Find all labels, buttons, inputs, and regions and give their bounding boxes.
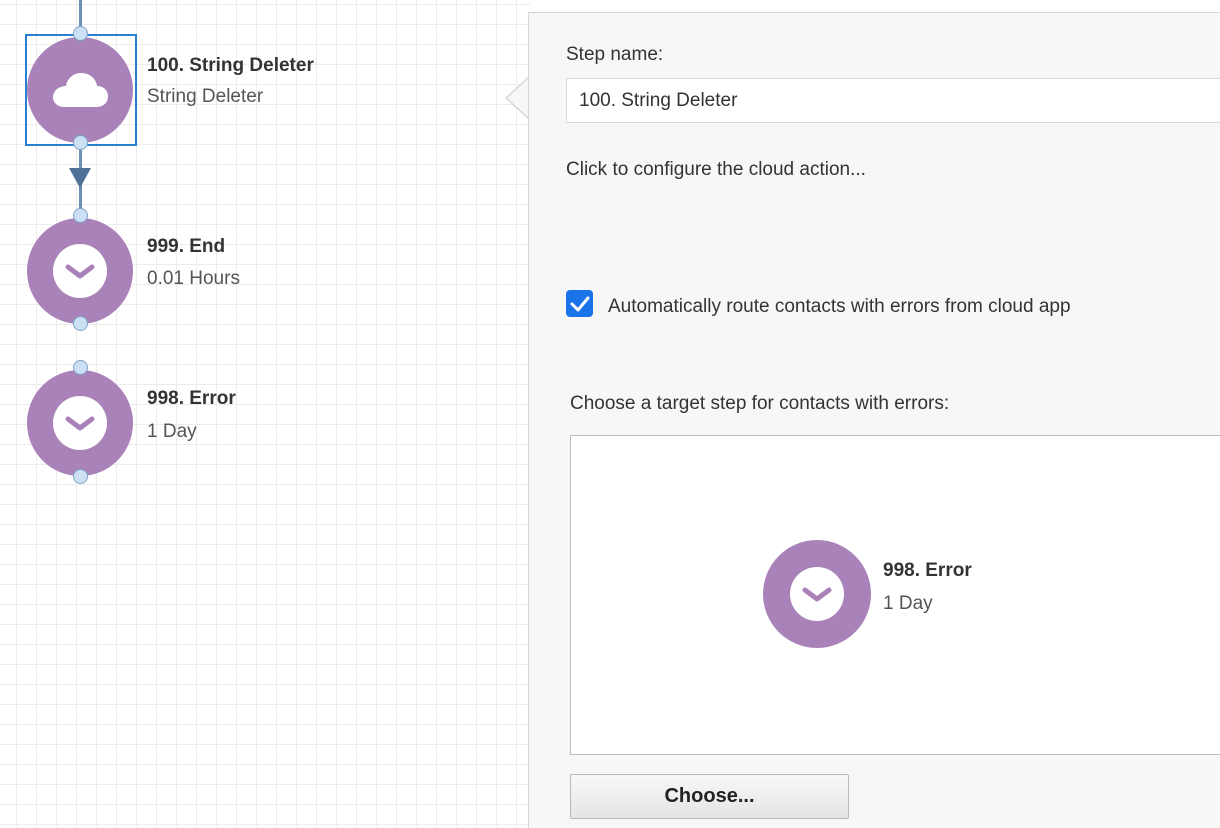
step-name-label: Step name: (566, 44, 664, 65)
step-properties-panel: Step name: Click to configure the cloud … (528, 12, 1220, 828)
port-in[interactable] (73, 208, 88, 223)
clock-icon (52, 395, 108, 451)
check-icon (570, 296, 589, 311)
port-out[interactable] (73, 316, 88, 331)
auto-route-label[interactable]: Automatically route contacts with errors… (608, 296, 1071, 318)
cloud-icon (50, 71, 110, 109)
target-node-error (763, 540, 871, 648)
auto-route-checkbox[interactable] (566, 290, 593, 317)
node-end[interactable] (27, 218, 133, 324)
target-step-label: Choose a target step for contacts with e… (570, 393, 950, 414)
target-node-title: 998. Error (883, 560, 972, 581)
clock-icon (789, 566, 845, 622)
port-in[interactable] (73, 360, 88, 375)
node-subtitle: String Deleter (147, 86, 264, 107)
node-error[interactable] (27, 370, 133, 476)
node-title: 100. String Deleter (147, 55, 314, 76)
port-out[interactable] (73, 135, 88, 150)
node-title: 999. End (147, 236, 226, 257)
port-out[interactable] (73, 469, 88, 484)
step-name-input[interactable] (566, 78, 1220, 123)
panel-pointer-inner (507, 78, 529, 118)
configure-cloud-action-link[interactable]: Click to configure the cloud action... (566, 159, 866, 181)
clock-icon (52, 243, 108, 299)
node-subtitle: 1 Day (147, 421, 197, 442)
choose-target-button[interactable]: Choose... (570, 774, 849, 819)
target-node-subtitle: 1 Day (883, 593, 933, 614)
node-title: 998. Error (147, 388, 236, 409)
target-step-preview: 998. Error 1 Day (570, 435, 1220, 755)
node-string-deleter[interactable] (27, 37, 133, 143)
workflow-canvas[interactable]: 100. String Deleter String Deleter 999. … (0, 0, 530, 828)
port-in[interactable] (73, 26, 88, 41)
connector-arrow-icon (69, 168, 91, 188)
node-subtitle: 0.01 Hours (147, 268, 240, 289)
